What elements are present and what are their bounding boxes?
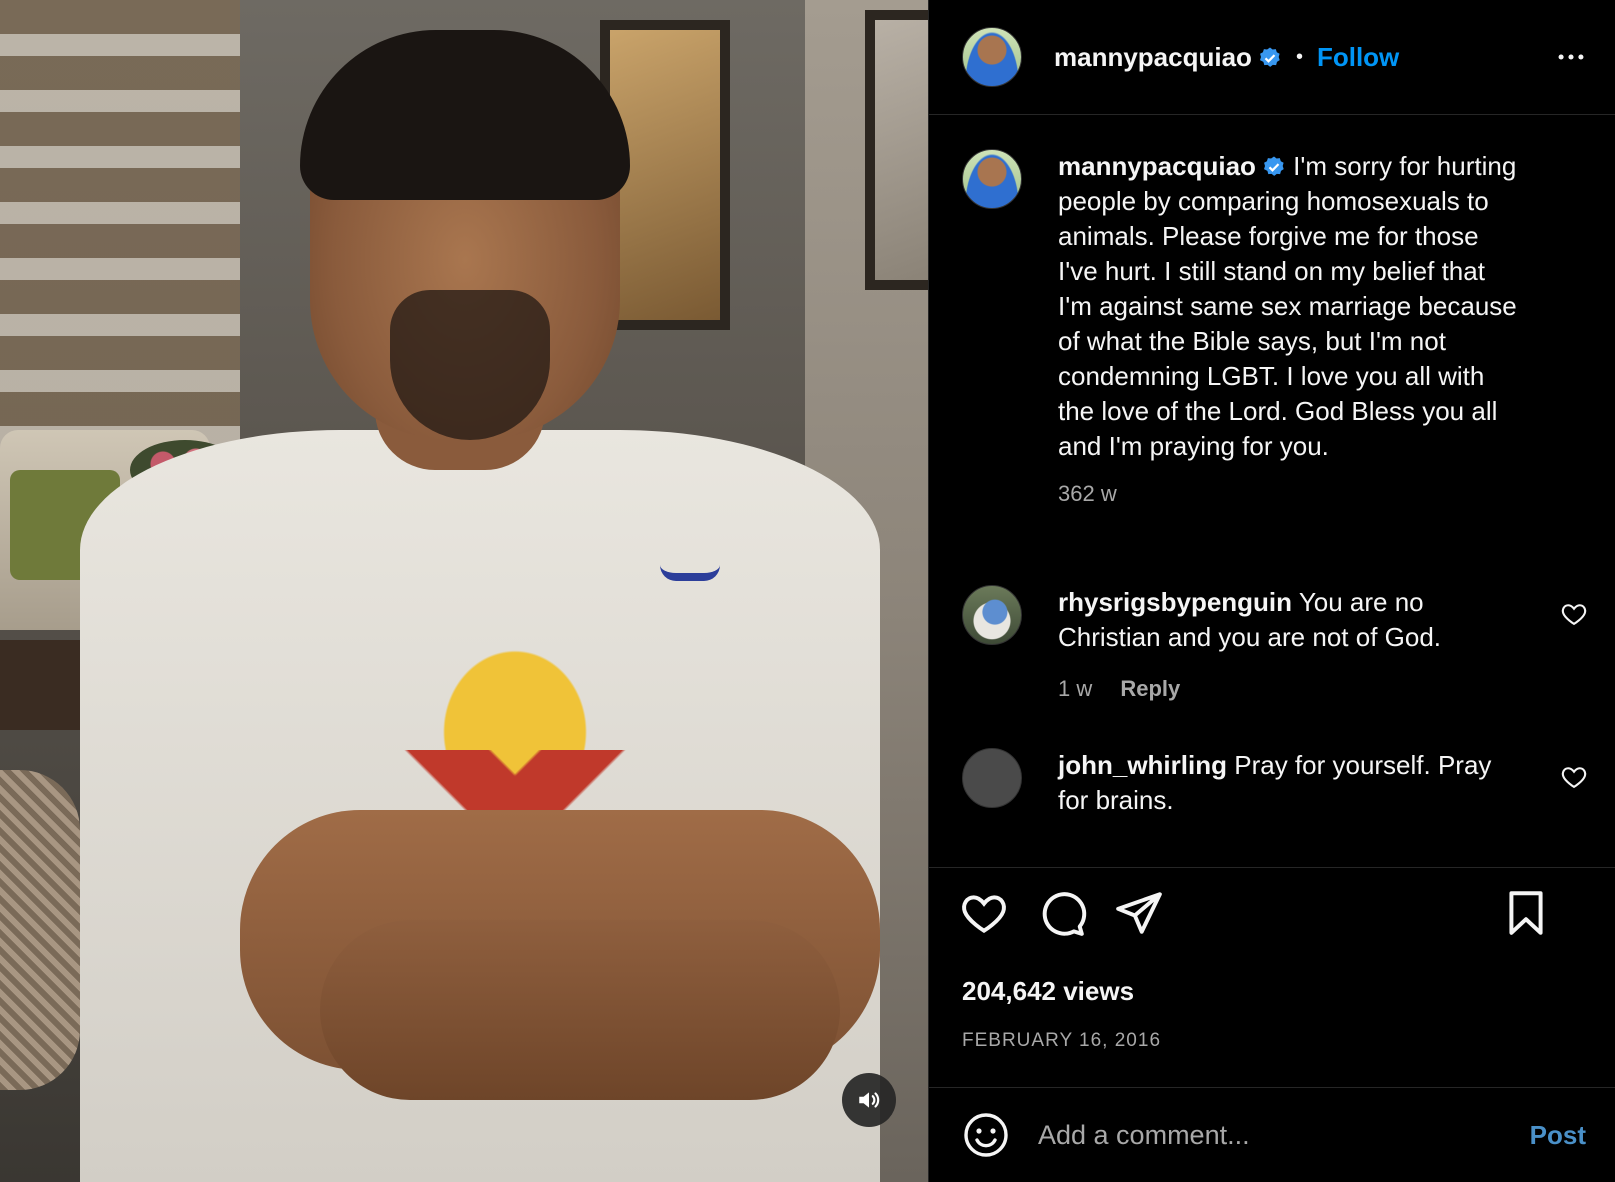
caption-username[interactable]: mannypacquiao — [1058, 151, 1256, 181]
comment-input[interactable] — [1038, 1119, 1478, 1151]
comment-item: rhysrigsbypenguin You are no Christian a… — [962, 585, 1602, 706]
header-separator: • — [1295, 45, 1303, 68]
caption-avatar[interactable] — [962, 149, 1022, 209]
comment-age[interactable]: 1 w — [1058, 676, 1092, 701]
bookmark-icon[interactable] — [1501, 888, 1551, 938]
commenter-avatar[interactable] — [962, 585, 1022, 645]
commenter-avatar[interactable] — [962, 748, 1022, 808]
follow-button[interactable]: Follow — [1317, 42, 1399, 73]
hair — [300, 30, 630, 200]
shirt-swoosh-logo — [660, 565, 720, 581]
person — [80, 20, 880, 1182]
commenter-username[interactable]: john_whirling — [1058, 750, 1227, 780]
verified-badge-icon — [1259, 47, 1280, 67]
author-username[interactable]: mannypacquiao — [1054, 42, 1282, 73]
post-date[interactable]: FEBRUARY 16, 2016 — [962, 1030, 1161, 1052]
comment-icon[interactable] — [1037, 888, 1087, 938]
heart-icon[interactable] — [959, 888, 1009, 938]
verified-badge-icon — [1263, 156, 1284, 176]
comment-like-heart-icon[interactable] — [1560, 600, 1588, 628]
more-horizontal-icon[interactable] — [1554, 40, 1588, 74]
comments-section[interactable]: mannypacquiao I'm sorry for hurting peop… — [929, 115, 1615, 867]
wicker-basket — [0, 770, 80, 1090]
crossed-arms-lower — [320, 920, 840, 1100]
post-video[interactable] — [0, 0, 955, 1182]
caption-age[interactable]: 362 w — [1058, 476, 1523, 511]
caption-text: I'm sorry for hurting people by comparin… — [1058, 151, 1517, 461]
commenter-username[interactable]: rhysrigsbypenguin — [1058, 587, 1292, 617]
audio-icon — [859, 1092, 880, 1108]
audio-toggle-button[interactable] — [842, 1073, 896, 1127]
comment-item: john_whirling Pray for yourself. Pray fo… — [962, 748, 1602, 818]
emoji-icon[interactable] — [962, 1111, 1010, 1159]
post-side-panel: mannypacquiao • Follow mannypacquiao I'm… — [928, 0, 1615, 1182]
author-avatar[interactable] — [962, 27, 1022, 87]
share-icon[interactable] — [1114, 888, 1164, 938]
view-count[interactable]: 204,642 views — [962, 976, 1134, 1007]
comment-composer: Post — [929, 1087, 1615, 1182]
post-header: mannypacquiao • Follow — [929, 0, 1615, 115]
comment-like-heart-icon[interactable] — [1560, 763, 1588, 791]
reply-button[interactable]: Reply — [1120, 676, 1180, 701]
post-caption: mannypacquiao I'm sorry for hurting peop… — [962, 149, 1602, 511]
post-comment-button[interactable]: Post — [1530, 1120, 1586, 1151]
